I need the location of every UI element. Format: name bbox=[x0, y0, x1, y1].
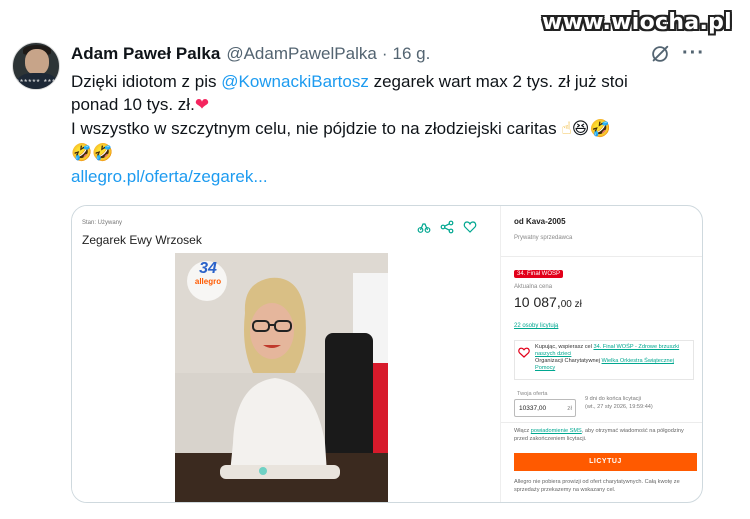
price-cents: 00 zł bbox=[560, 299, 582, 310]
rolling-on-floor-laughing-emoji: 🤣 bbox=[92, 143, 114, 163]
mention-link[interactable]: @KownackiBartosz bbox=[221, 72, 369, 91]
author-name[interactable]: Adam Paweł Palka bbox=[71, 44, 220, 64]
compare-icon bbox=[417, 223, 431, 233]
sms-notify-text: Włącz powiadomienie SMS, aby otrzymać wi… bbox=[514, 427, 696, 443]
tweet-line-1-start: Dzięki idiotom z pis bbox=[71, 72, 222, 91]
site-watermark: www.wiocha.pl bbox=[542, 10, 732, 35]
tweet-line-1: Dzięki idiotom z pis @KownackiBartosz ze… bbox=[71, 70, 711, 93]
tweet-time[interactable]: 16 g. bbox=[392, 44, 430, 64]
portrait-illustration bbox=[175, 253, 388, 502]
listing-actions bbox=[417, 220, 477, 234]
offer-amount-field: 10337,00 zł bbox=[514, 399, 576, 417]
heart-emoji: ❤ bbox=[194, 95, 210, 115]
tweet-line-2: ponad 10 tys. zł.❤ bbox=[71, 93, 711, 117]
tweet-line-3: I wszystko w szczytnym celu, nie pójdzie… bbox=[71, 117, 711, 141]
item-condition: Stan: Używany bbox=[82, 220, 123, 226]
tweet-line-3-text: I wszystko w szczytnym celu, nie pójdzie… bbox=[71, 119, 557, 138]
embedded-screenshot-card[interactable]: Stan: Używany Zegarek Ewy Wrzosek 34 all… bbox=[71, 205, 703, 503]
notify-prefix: Włącz bbox=[514, 428, 531, 434]
product-photo: 34 allegro bbox=[175, 253, 388, 502]
offer-link[interactable]: allegro.pl/oferta/zegarek... bbox=[71, 167, 268, 186]
divider bbox=[501, 256, 702, 257]
header-separator: · bbox=[381, 44, 388, 63]
tweet-header: Adam Paweł Palka @AdamPawelPalka · 16 g. bbox=[71, 44, 430, 64]
offer-label: Twoja oferta bbox=[517, 391, 548, 397]
offer-currency: zł bbox=[567, 405, 572, 412]
purchase-panel: od Kava-2005 Prywatny sprzedawca 34. Fin… bbox=[500, 206, 702, 502]
pointing-up-emoji: ☝ bbox=[561, 119, 572, 139]
tweet-line-4: 🤣🤣 bbox=[71, 141, 711, 165]
current-price: 10 087,00 zł bbox=[514, 294, 582, 310]
wosp-badge: 34. Finał WOŚP bbox=[514, 270, 564, 278]
tweet-text: Dzięki idiotom z pis @KownackiBartosz ze… bbox=[71, 70, 711, 188]
seller-type: Prywatny sprzedawca bbox=[514, 235, 573, 241]
avatar-caption: ****** *** bbox=[15, 78, 57, 87]
listing-main-panel: Stan: Używany Zegarek Ewy Wrzosek 34 all… bbox=[72, 206, 500, 502]
tweet-line-2-text: ponad 10 tys. zł. bbox=[71, 95, 195, 114]
share-icon bbox=[440, 220, 454, 234]
avatar-face bbox=[25, 49, 49, 75]
price-main: 10 087, bbox=[514, 294, 561, 310]
charity-prefix: Kupując, wspierasz cel bbox=[535, 344, 594, 350]
rolling-on-floor-laughing-emoji: 🤣 bbox=[589, 119, 611, 139]
rolling-on-floor-laughing-emoji: 🤣 bbox=[71, 143, 93, 163]
bid-button: LICYTUJ bbox=[514, 453, 697, 471]
price-label: Aktualna cena bbox=[514, 284, 553, 290]
commission-footnote: Allegro nie pobiera prowizji od ofert ch… bbox=[514, 479, 680, 493]
tweet-line-5: allegro.pl/oferta/zegarek... bbox=[71, 165, 711, 188]
grinning-squinting-emoji: 😆 bbox=[571, 119, 590, 139]
sms-notify-link: powiadomienie SMS bbox=[530, 428, 582, 434]
auction-end-info: 9 dni do końca licytacji (wt., 27 sty 20… bbox=[585, 395, 653, 411]
offer-amount-value: 10337,00 bbox=[519, 405, 547, 412]
days-left: 9 dni do końca licytacji bbox=[585, 396, 641, 402]
charity-org-prefix: Organizacji Charytatywnej bbox=[535, 358, 602, 364]
charity-text: Kupując, wspierasz cel 34. Finał WOŚP - … bbox=[535, 344, 693, 372]
avatar[interactable]: ****** *** bbox=[12, 42, 60, 90]
wosp-logo: 34 allegro bbox=[187, 260, 229, 287]
grok-icon[interactable] bbox=[649, 43, 671, 65]
charity-heart-icon bbox=[518, 347, 530, 358]
author-handle[interactable]: @AdamPawelPalka bbox=[226, 44, 377, 64]
divider bbox=[501, 422, 702, 423]
tweet-line-1-end: zegarek wart max 2 tys. zł już stoi bbox=[368, 72, 628, 91]
wosp-logo-number: 34 bbox=[199, 260, 217, 277]
favorite-heart-icon bbox=[463, 221, 477, 233]
more-icon[interactable]: ··· bbox=[682, 42, 705, 65]
product-title: Zegarek Ewy Wrzosek bbox=[82, 233, 202, 247]
seller-name: od Kava-2005 bbox=[514, 217, 566, 226]
charity-info-box: Kupując, wspierasz cel 34. Finał WOŚP - … bbox=[514, 340, 694, 380]
allegro-logo-text: allegro bbox=[194, 277, 222, 286]
auction-end-date: (wt., 27 sty 2026, 19:59:44) bbox=[585, 404, 653, 410]
bidders-link: 22 osoby licytują bbox=[514, 323, 559, 329]
